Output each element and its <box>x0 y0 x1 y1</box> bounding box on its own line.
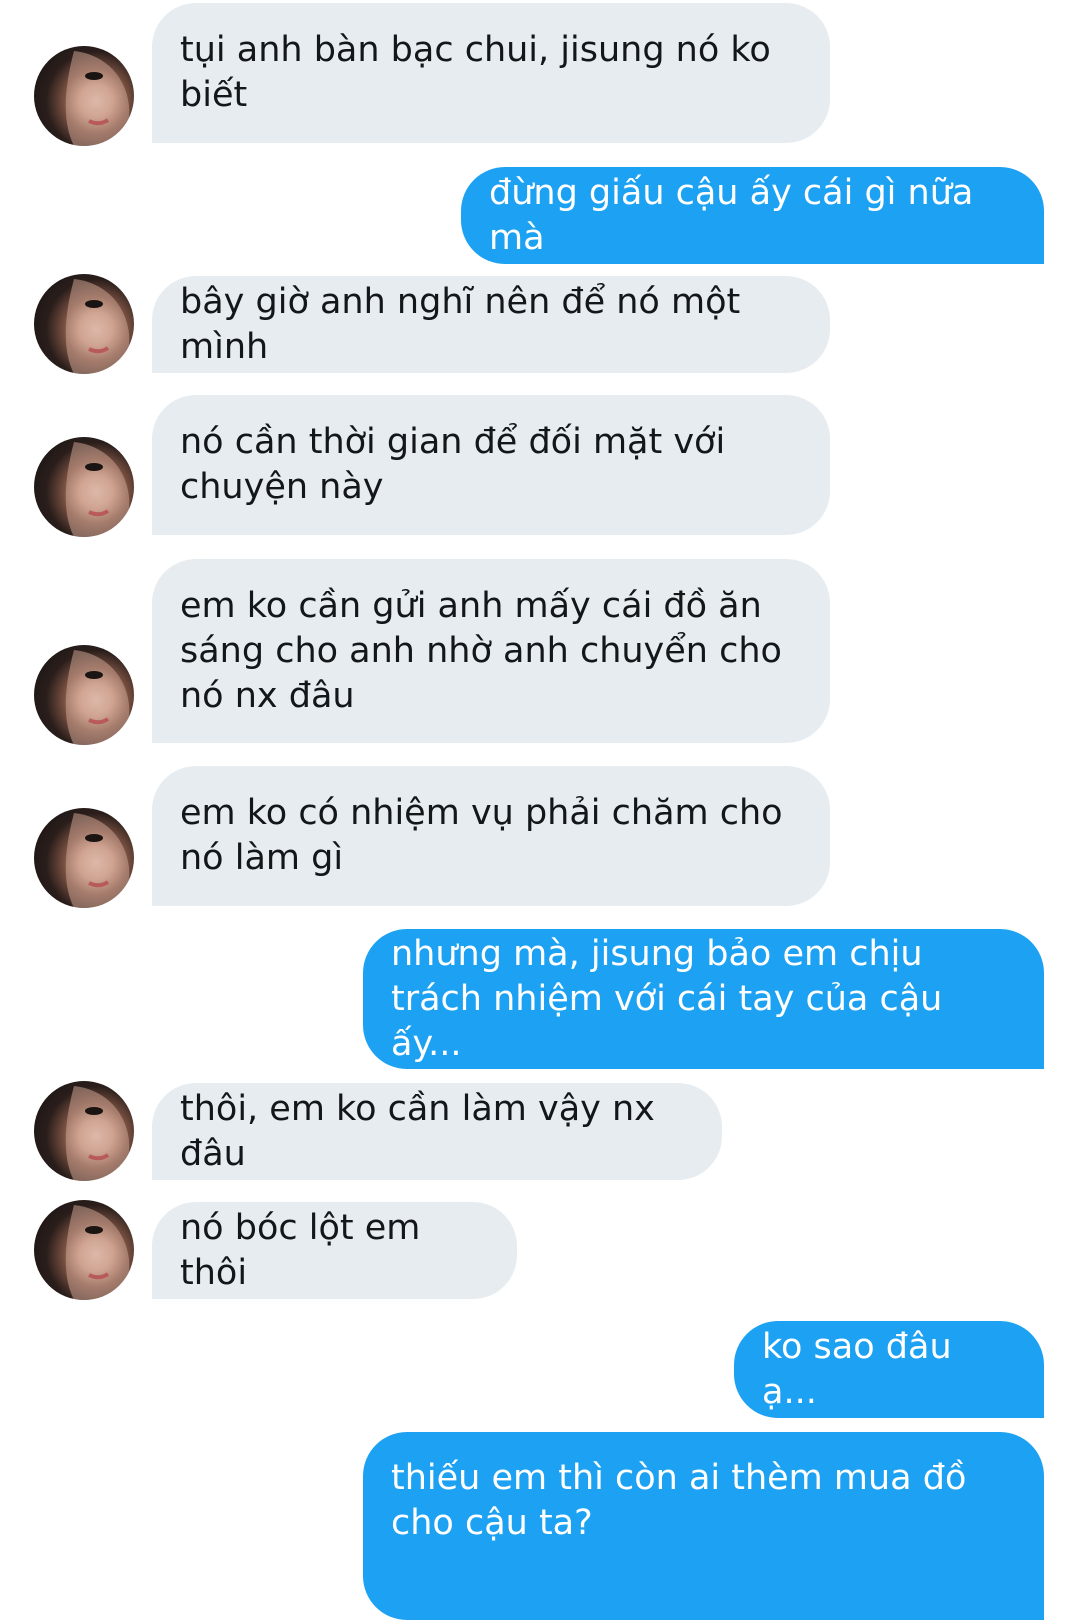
message-text: nhưng mà, jisung bảo em chịu trách nhiệm… <box>391 933 943 1064</box>
avatar-face-icon <box>65 1205 130 1300</box>
message-bubble-sent[interactable]: thiếu em thì còn ai thèm mua đồ cho cậu … <box>363 1432 1044 1620</box>
avatar-face-icon <box>65 650 130 745</box>
message-text: thôi, em ko cần làm vậy nx đâu <box>180 1088 655 1174</box>
message-bubble-received[interactable]: nó bóc lột em thôi <box>152 1202 517 1299</box>
avatar-face-icon <box>65 813 130 908</box>
message-bubble-sent[interactable]: đừng giấu cậu ấy cái gì nữa mà <box>461 167 1044 264</box>
avatar-face-icon <box>65 1086 130 1181</box>
message-text: em ko cần gửi anh mấy cái đồ ăn sáng cho… <box>180 585 782 716</box>
message-text: tụi anh bàn bạc chui, jisung nó ko biết <box>180 30 771 115</box>
message-bubble-received[interactable]: thôi, em ko cần làm vậy nx đâu <box>152 1083 722 1180</box>
message-text: đừng giấu cậu ấy cái gì nữa mà <box>489 172 974 258</box>
contact-avatar[interactable] <box>34 46 134 146</box>
contact-avatar[interactable] <box>34 274 134 374</box>
message-bubble-received[interactable]: em ko có nhiệm vụ phải chăm cho nó làm g… <box>152 766 830 906</box>
message-text: nó bóc lột em thôi <box>180 1207 421 1293</box>
message-bubble-sent[interactable]: nhưng mà, jisung bảo em chịu trách nhiệm… <box>363 929 1044 1069</box>
message-bubble-received[interactable]: bây giờ anh nghĩ nên để nó một mình <box>152 276 830 373</box>
message-text: thiếu em thì còn ai thèm mua đồ cho cậu … <box>391 1458 967 1543</box>
contact-avatar[interactable] <box>34 1200 134 1300</box>
contact-avatar[interactable] <box>34 1081 134 1181</box>
message-text: ko sao đâu ạ... <box>762 1326 952 1412</box>
message-bubble-received[interactable]: nó cần thời gian để đối mặt với chuyện n… <box>152 395 830 535</box>
avatar-face-icon <box>65 442 130 537</box>
avatar-face-icon <box>65 51 130 146</box>
message-bubble-sent[interactable]: ko sao đâu ạ... <box>734 1321 1044 1418</box>
message-text: em ko có nhiệm vụ phải chăm cho nó làm g… <box>180 793 783 878</box>
message-bubble-received[interactable]: em ko cần gửi anh mấy cái đồ ăn sáng cho… <box>152 559 830 743</box>
message-text: bây giờ anh nghĩ nên để nó một mình <box>180 281 741 367</box>
contact-avatar[interactable] <box>34 808 134 908</box>
message-text: nó cần thời gian để đối mặt với chuyện n… <box>180 422 726 507</box>
avatar-face-icon <box>65 279 130 374</box>
contact-avatar[interactable] <box>34 645 134 745</box>
contact-avatar[interactable] <box>34 437 134 537</box>
message-bubble-received[interactable]: tụi anh bàn bạc chui, jisung nó ko biết <box>152 3 830 143</box>
